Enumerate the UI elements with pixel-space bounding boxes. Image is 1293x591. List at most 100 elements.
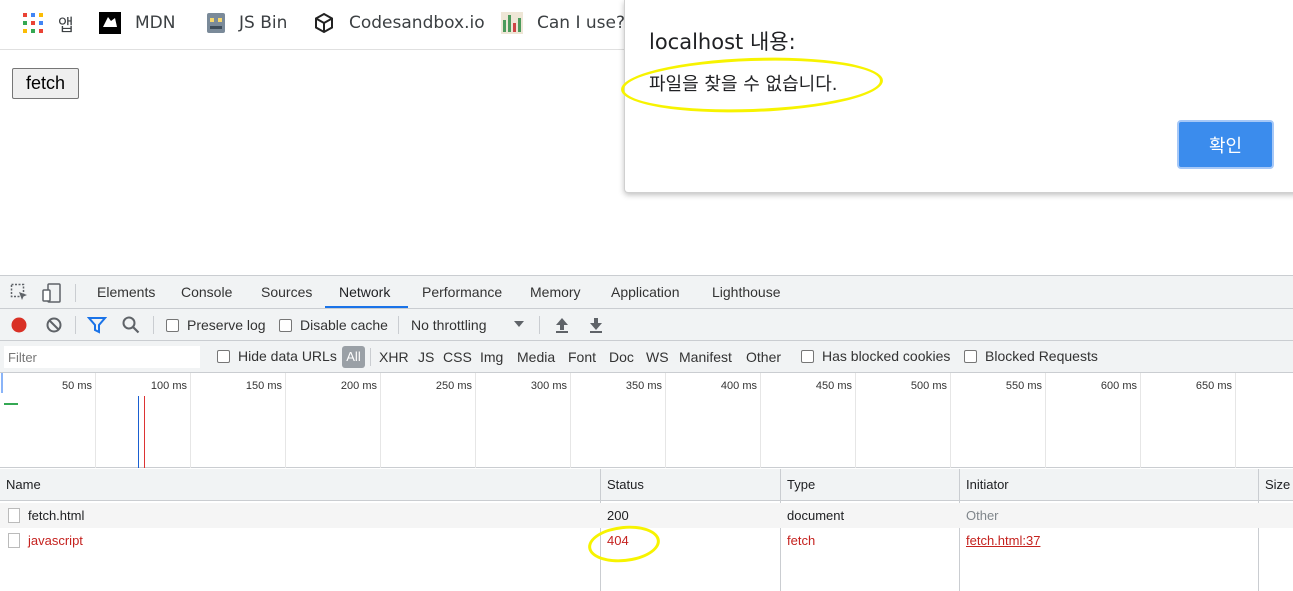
throttling-select[interactable]: No throttling [411, 317, 486, 333]
column-initiator[interactable]: Initiator [960, 469, 1009, 501]
document-icon [8, 508, 20, 523]
network-toolbar: Preserve log Disable cache No throttling [0, 309, 1293, 341]
dialog-title: localhost 내용: [649, 30, 796, 54]
timeline-gridline [1235, 373, 1236, 468]
filter-type-css[interactable]: CSS [443, 349, 472, 365]
timeline-gridline [95, 373, 96, 468]
bookmark-codesandbox[interactable]: Codesandbox.io [313, 10, 485, 36]
table-row[interactable]: fetch.html 200 document Other [0, 503, 1293, 528]
bookmark-label: Codesandbox.io [349, 13, 485, 33]
jsbin-logo-icon [205, 12, 227, 34]
request-name: fetch.html [28, 508, 85, 523]
bookmark-caniuse[interactable]: Can I use? [501, 10, 625, 36]
filter-type-media[interactable]: Media [517, 349, 555, 365]
separator [370, 348, 371, 366]
request-status: 404 [607, 533, 629, 548]
timeline-tick-label: 50 ms [62, 380, 92, 392]
separator [153, 316, 154, 334]
preserve-log-checkbox[interactable] [166, 319, 179, 332]
timeline-gridline [760, 373, 761, 468]
timeline-gridline [475, 373, 476, 468]
request-type: document [787, 508, 845, 523]
request-initiator: Other [966, 508, 999, 523]
blocked-requests-label: Blocked Requests [985, 348, 1098, 364]
chevron-down-icon [512, 317, 526, 331]
filter-input[interactable] [4, 346, 200, 368]
request-status: 200 [607, 508, 629, 523]
timeline-gridline [855, 373, 856, 468]
timeline-tick-label: 400 ms [720, 380, 757, 392]
filter-type-manifest[interactable]: Manifest [679, 349, 732, 365]
bookmark-apps[interactable]: 앱 [22, 10, 74, 36]
table-row[interactable]: javascript 404 fetch fetch.html:37 [0, 528, 1293, 553]
request-initiator-link[interactable]: fetch.html:37 [960, 528, 1040, 553]
blocked-requests-checkbox[interactable] [964, 350, 977, 363]
separator [398, 316, 399, 334]
bookmark-label: MDN [135, 13, 176, 33]
dialog-ok-button[interactable]: 확인 [1177, 120, 1274, 169]
filter-type-all[interactable]: All [342, 346, 365, 368]
filter-icon[interactable] [86, 315, 108, 335]
devtools-panel: Elements Console Sources Network Perform… [0, 275, 1293, 591]
request-table: Name Status Type Initiator Size fetch.ht… [0, 469, 1293, 591]
bookmark-mdn[interactable]: MDN [99, 10, 175, 36]
export-har-icon[interactable] [586, 315, 606, 335]
timeline-tick-label: 500 ms [910, 380, 947, 392]
domcontentloaded-marker [138, 396, 139, 468]
separator [75, 284, 76, 302]
tab-sources[interactable]: Sources [247, 276, 326, 308]
search-icon[interactable] [121, 315, 141, 335]
has-blocked-cookies-checkbox[interactable] [801, 350, 814, 363]
document-icon [8, 533, 20, 548]
filter-type-ws[interactable]: WS [646, 349, 669, 365]
tab-application[interactable]: Application [597, 276, 694, 308]
bookmark-jsbin[interactable]: JS Bin [205, 10, 287, 36]
request-type: fetch [787, 533, 816, 548]
caniuse-logo-icon [501, 12, 523, 34]
filter-type-doc[interactable]: Doc [609, 349, 634, 365]
network-filterbar: Hide data URLs All XHR JS CSS Img Media … [0, 341, 1293, 373]
codesandbox-logo-icon [313, 12, 335, 34]
tab-performance[interactable]: Performance [408, 276, 516, 308]
timeline-cursor [1, 373, 3, 393]
timeline-tick-label: 250 ms [435, 380, 472, 392]
inspect-element-icon[interactable] [10, 283, 30, 303]
fetch-button[interactable]: fetch [12, 68, 79, 99]
column-name[interactable]: Name [0, 469, 41, 501]
filter-type-js[interactable]: JS [418, 349, 434, 365]
filter-type-font[interactable]: Font [568, 349, 596, 365]
mdn-logo-icon [99, 12, 121, 34]
timeline-gridline [380, 373, 381, 468]
column-size[interactable]: Size [1259, 469, 1290, 501]
tab-console[interactable]: Console [167, 276, 246, 308]
timeline-tick-label: 150 ms [245, 380, 282, 392]
device-toolbar-icon[interactable] [42, 283, 62, 303]
preserve-log-label: Preserve log [187, 317, 266, 333]
column-type[interactable]: Type [781, 469, 815, 501]
record-icon[interactable] [9, 315, 29, 335]
bookmark-label: 앱 [58, 15, 74, 36]
disable-cache-label: Disable cache [300, 317, 388, 333]
tab-lighthouse[interactable]: Lighthouse [698, 276, 795, 308]
timeline-tick-label: 100 ms [150, 380, 187, 392]
filter-type-other[interactable]: Other [746, 349, 781, 365]
apps-grid-icon [22, 12, 44, 34]
tab-elements[interactable]: Elements [83, 276, 169, 308]
tab-network[interactable]: Network [325, 276, 408, 308]
alert-dialog: localhost 내용: 파일을 찾을 수 없습니다. 확인 [620, 0, 1293, 193]
tab-memory[interactable]: Memory [516, 276, 595, 308]
timeline-tick-label: 200 ms [340, 380, 377, 392]
column-status[interactable]: Status [601, 469, 644, 501]
hide-data-urls-checkbox[interactable] [217, 350, 230, 363]
timeline-gridline [190, 373, 191, 468]
clear-icon[interactable] [44, 315, 64, 335]
filter-type-img[interactable]: Img [480, 349, 503, 365]
disable-cache-checkbox[interactable] [279, 319, 292, 332]
filter-type-xhr[interactable]: XHR [379, 349, 409, 365]
timeline-gridline [285, 373, 286, 468]
hide-data-urls-label: Hide data URLs [238, 348, 337, 364]
timeline-tick-label: 600 ms [1100, 380, 1137, 392]
import-har-icon[interactable] [552, 315, 572, 335]
timeline-gridline [570, 373, 571, 468]
network-timeline-overview[interactable]: 50 ms 100 ms 150 ms 200 ms 250 ms 300 ms 350 m… [0, 373, 1293, 468]
